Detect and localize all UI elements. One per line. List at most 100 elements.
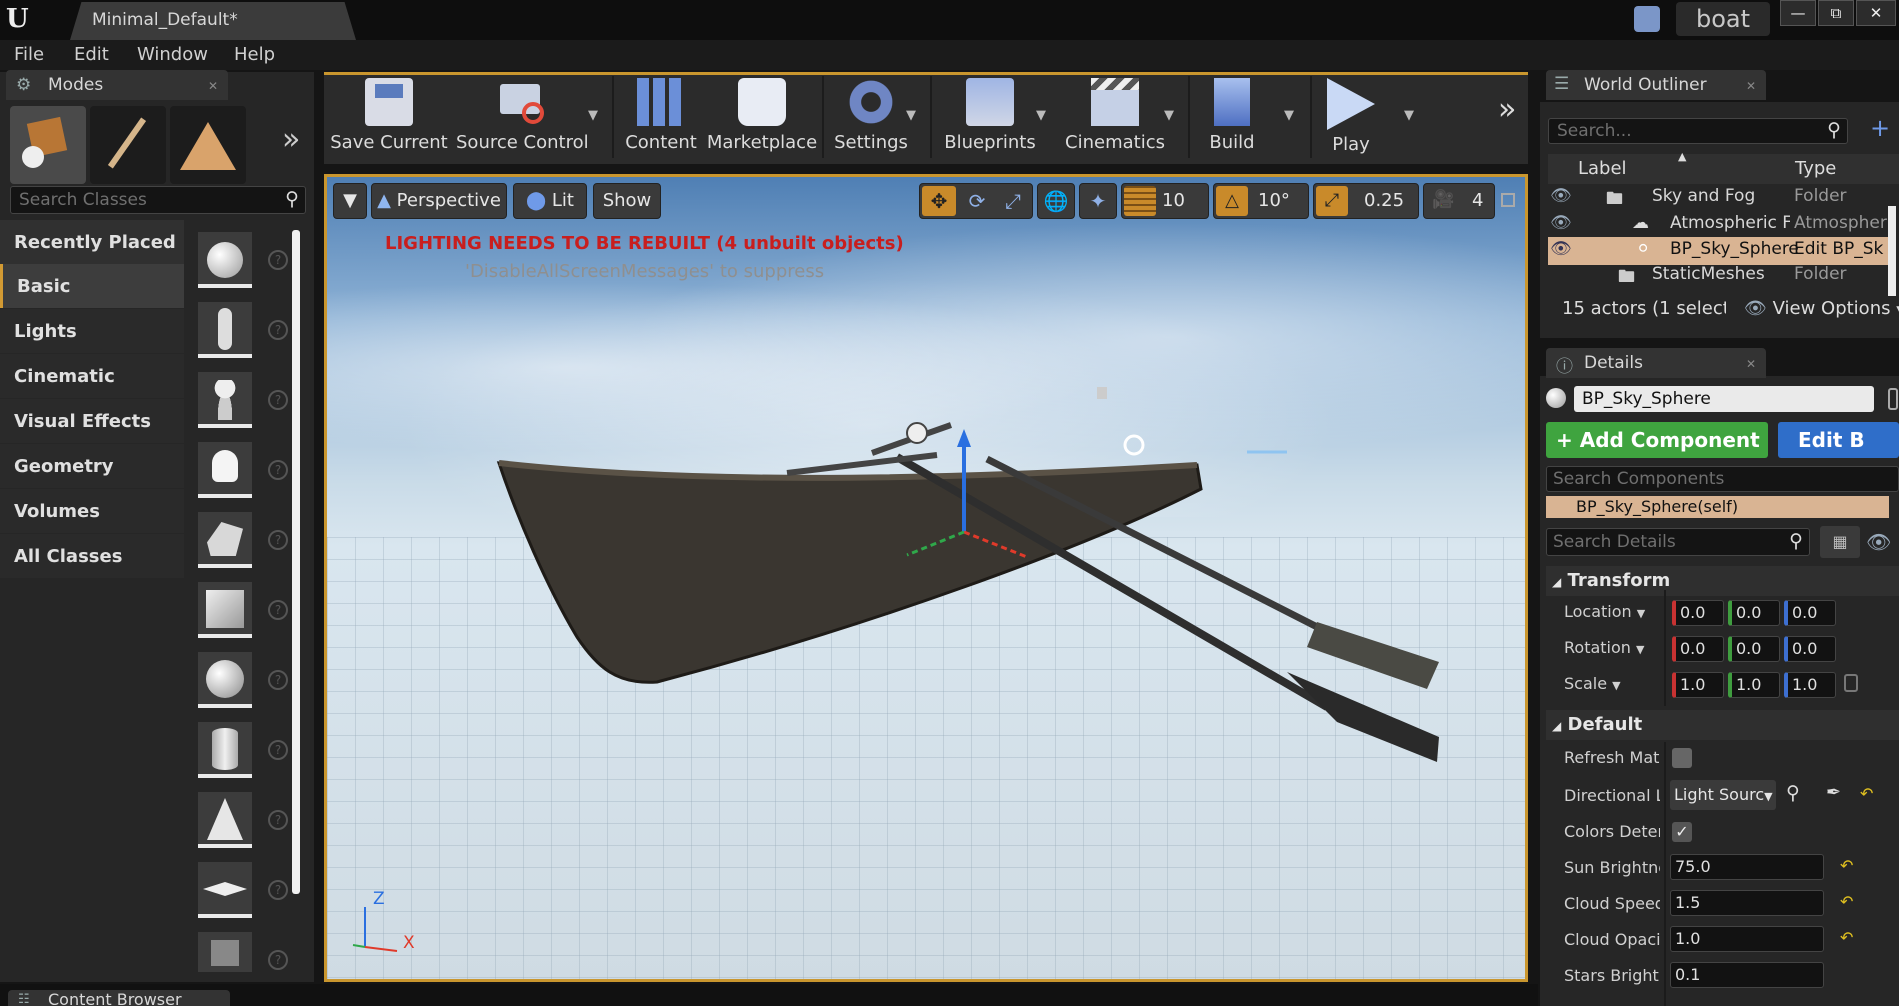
outliner-row[interactable]: 👁 ☁ Atmospheric Fo Atmospher	[1548, 211, 1888, 239]
modes-tab[interactable]: ⚙ Modes ✕	[6, 70, 228, 100]
minimize-button[interactable]: —	[1780, 0, 1816, 26]
property-matrix-icon[interactable]: ▦	[1820, 526, 1860, 558]
cloud-speed-field[interactable]: 1.5	[1670, 890, 1824, 916]
add-component-button[interactable]: + Add Component ▼	[1546, 422, 1768, 486]
reset-to-default-icon[interactable]: ↶	[1840, 856, 1853, 875]
outliner-row[interactable]: 👁 🖿 Sky and Fog Folder	[1548, 184, 1888, 212]
outliner-row-selected[interactable]: 👁 ⚪ BP_Sky_Sphere Edit BP_Sk	[1548, 237, 1888, 265]
rotation-snap-icon[interactable]: △	[1216, 186, 1248, 216]
character-item[interactable]	[198, 302, 252, 358]
menu-edit[interactable]: Edit	[74, 44, 109, 65]
plane-item[interactable]	[198, 862, 252, 918]
lit-button[interactable]: ⬤ Lit	[513, 183, 587, 219]
actor-name-field[interactable]: BP_Sky_Sphere	[1574, 386, 1874, 412]
rotation-z-field[interactable]: 0.0	[1784, 636, 1836, 662]
world-outliner-tab[interactable]: ☰ World Outliner ✕	[1546, 70, 1766, 100]
category-all-classes[interactable]: All Classes	[0, 534, 184, 578]
help-icon[interactable]: ?	[268, 390, 288, 410]
default-section-header[interactable]: ◢ Default	[1546, 710, 1899, 740]
menu-window[interactable]: Window	[137, 44, 208, 65]
blueprints-dropdown-icon[interactable]: ▼	[1036, 108, 1046, 123]
search-details-input[interactable]: Search Details ⚲	[1546, 528, 1810, 556]
visibility-eye-icon[interactable]: 👁	[1550, 239, 1572, 259]
sort-ascending-icon[interactable]: ▲	[1678, 150, 1686, 163]
search-components-input[interactable]: Search Components	[1546, 466, 1899, 492]
category-lights[interactable]: Lights	[0, 309, 184, 353]
settings-button[interactable]: Settings	[830, 76, 912, 158]
cinematics-button[interactable]: Cinematics	[1062, 76, 1168, 158]
browse-asset-icon[interactable]: ⚲	[1786, 782, 1800, 804]
grid-snap-icon[interactable]	[1124, 186, 1156, 216]
category-basic[interactable]: Basic	[0, 264, 184, 308]
help-icon[interactable]: ?	[268, 600, 288, 620]
build-dropdown-icon[interactable]: ▼	[1284, 108, 1294, 123]
toolbar-overflow-icon[interactable]: »	[1498, 92, 1516, 127]
outliner-search-input[interactable]: Search... ⚲	[1548, 118, 1848, 144]
location-z-field[interactable]: 0.0	[1784, 600, 1836, 626]
blueprints-button[interactable]: Blueprints	[938, 76, 1042, 158]
source-control-button[interactable]: Source Control	[456, 76, 589, 158]
rotation-snap-value[interactable]: 10°	[1258, 190, 1290, 211]
pawn-item[interactable]	[198, 372, 252, 428]
build-button[interactable]: Build	[1196, 76, 1268, 158]
viewport-options-button[interactable]: ▼	[333, 183, 367, 219]
source-control-dropdown-icon[interactable]: ▼	[588, 108, 598, 123]
help-icon[interactable]: ?	[268, 250, 288, 270]
rotate-mode-icon[interactable]: ⟳	[960, 186, 994, 216]
stars-brightness-field[interactable]: 0.1	[1670, 962, 1824, 988]
player-start-item[interactable]	[198, 512, 252, 568]
modes-overflow-icon[interactable]: »	[282, 122, 300, 157]
close-icon[interactable]: ✕	[1746, 357, 1756, 371]
outliner-add-icon[interactable]: +	[1870, 114, 1890, 142]
visibility-filter-icon[interactable]: 👁	[1866, 530, 1891, 554]
paint-mode-tab[interactable]	[90, 106, 166, 184]
cloud-opacity-field[interactable]: 1.0	[1670, 926, 1824, 952]
details-tab[interactable]: ⓘ Details ✕	[1546, 348, 1766, 378]
reset-to-default-icon[interactable]: ↶	[1840, 928, 1853, 947]
level-viewport[interactable]: ▼ ▲ Perspective ⬤ Lit Show LIGHTING NEED…	[324, 174, 1528, 982]
reset-to-default-icon[interactable]: ↶	[1840, 892, 1853, 911]
scale-snap-icon[interactable]: ⤢	[1316, 186, 1348, 216]
marketplace-button[interactable]: Marketplace	[706, 76, 818, 158]
scale-x-field[interactable]: 1.0	[1672, 672, 1724, 698]
colors-determined-checkbox[interactable]: ✓	[1672, 822, 1692, 842]
eyedropper-icon[interactable]: ✒	[1826, 782, 1841, 803]
world-local-icon[interactable]: 🌐	[1037, 183, 1075, 219]
scale-z-field[interactable]: 1.0	[1784, 672, 1836, 698]
category-volumes[interactable]: Volumes	[0, 489, 184, 533]
sphere-item[interactable]	[198, 652, 252, 708]
lock-icon[interactable]	[1888, 388, 1898, 410]
help-icon[interactable]: ?	[268, 460, 288, 480]
camera-speed-group[interactable]: 🎥 4	[1423, 183, 1495, 219]
perspective-button[interactable]: ▲ Perspective	[371, 183, 507, 219]
menu-file[interactable]: File	[14, 44, 44, 65]
location-x-field[interactable]: 0.0	[1672, 600, 1724, 626]
directional-light-dropdown[interactable]: Light Sourc▼	[1670, 780, 1776, 810]
box-trigger-item[interactable]	[198, 932, 252, 972]
scale-lock-icon[interactable]	[1844, 674, 1858, 692]
category-recently-placed[interactable]: Recently Placed	[0, 220, 184, 264]
help-icon[interactable]: ?	[268, 740, 288, 760]
play-button[interactable]: Play	[1318, 76, 1384, 158]
empty-actor-item[interactable]	[198, 232, 252, 288]
outliner-row[interactable]: 🖿 StaticMeshes Folder	[1548, 264, 1888, 288]
cone-item[interactable]	[198, 792, 252, 848]
scale-snap-value[interactable]: 0.25	[1364, 190, 1404, 211]
grid-snap-value[interactable]: 10	[1162, 190, 1185, 211]
scale-y-field[interactable]: 1.0	[1728, 672, 1780, 698]
close-button[interactable]: ✕	[1856, 0, 1896, 26]
visibility-eye-icon[interactable]: 👁	[1550, 186, 1572, 206]
component-self-row[interactable]: BP_Sky_Sphere(self)	[1546, 496, 1889, 518]
maximize-button[interactable]: ⧉	[1818, 0, 1854, 26]
refresh-material-checkbox[interactable]	[1672, 748, 1692, 768]
outliner-label-column[interactable]: Label	[1578, 158, 1627, 179]
help-icon[interactable]: ?	[268, 880, 288, 900]
rotation-x-field[interactable]: 0.0	[1672, 636, 1724, 662]
place-mode-tab[interactable]	[10, 106, 86, 184]
menu-help[interactable]: Help	[234, 44, 275, 65]
help-icon[interactable]: ?	[268, 950, 288, 970]
save-current-button[interactable]: Save Current	[330, 76, 448, 158]
help-icon[interactable]: ?	[268, 320, 288, 340]
rotation-label[interactable]: Rotation ▼	[1564, 638, 1654, 657]
cinematics-dropdown-icon[interactable]: ▼	[1164, 108, 1174, 123]
